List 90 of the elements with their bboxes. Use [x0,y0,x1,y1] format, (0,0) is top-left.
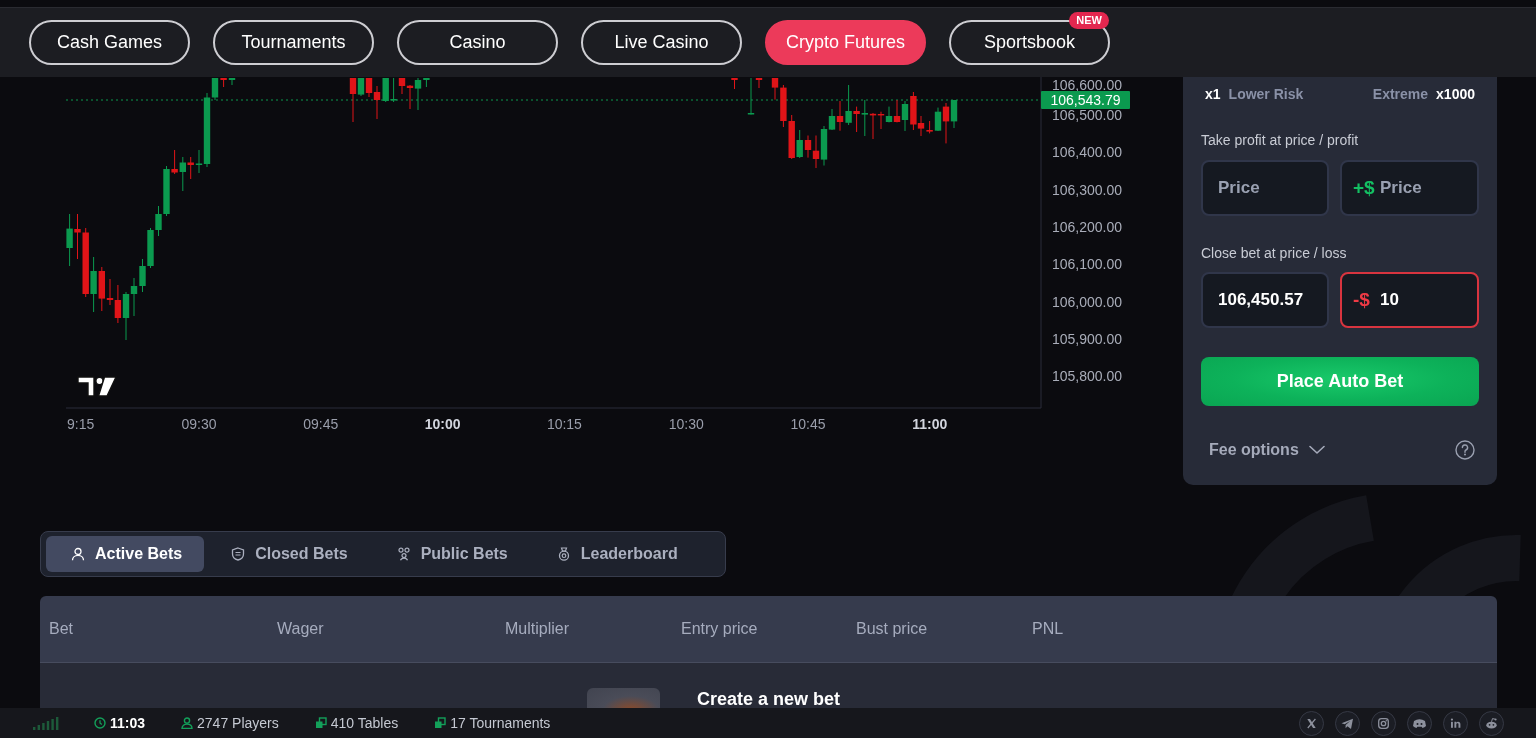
falling-candlestick [755,78,763,88]
leverage-min-value: x1 [1205,86,1221,102]
shield-icon [231,547,246,561]
nav-tab[interactable]: Live Casino [581,20,742,65]
falling-candlestick [731,78,738,89]
currency-prefix: -$ [1353,290,1370,310]
time-axis-label: 10:30 [668,416,704,432]
price-axis-label: 106,400.00 [1052,144,1123,161]
price-axis-label: 106,000.00 [1052,293,1123,310]
field-label: Take profit at price / profit [1201,131,1360,149]
bets-tab[interactable]: Public Bets [371,536,530,572]
column-header: Bust price [856,620,928,638]
time-axis-label: 09:30 [181,416,217,432]
bets-tab[interactable]: Closed Bets [206,536,370,572]
falling-candlestick [893,100,901,123]
time-axis-label: 10:00 [424,416,461,432]
rising-candlestick [747,78,755,115]
linkedin-icon[interactable] [1443,710,1468,736]
status-count: 2747 Players [197,715,279,731]
rising-candlestick [861,100,868,136]
falling-candlestick [349,78,357,122]
rising-candlestick [357,78,365,96]
paper-plane-icon[interactable] [1335,710,1360,736]
column-header: Multiplier [505,620,569,638]
leverage-max-label: Extreme [1372,86,1429,102]
falling-candlestick [220,78,227,87]
signal-icon [33,716,59,730]
bets-tab[interactable]: Active Bets [46,536,205,572]
current-price-tag: 106,543.79 [1041,91,1130,109]
falling-candlestick [187,157,194,179]
nav-tab[interactable]: Casino [397,20,558,65]
time-axis-label: 10:45 [790,416,826,432]
field-label: Close bet at price / loss [1201,244,1348,262]
column-header: Wager [277,620,324,638]
time-axis-label: 09:45 [303,416,339,432]
user-icon [71,547,85,561]
group-icon [396,547,411,561]
rising-candlestick [934,107,942,131]
rising-candlestick [228,78,236,85]
price-axis-label: 105,900.00 [1052,330,1123,347]
status-count: 410 Tables [330,715,399,731]
nav-tab[interactable]: Crypto Futures [765,20,926,65]
column-header: Entry price [681,620,758,638]
price-axis-label: 106,200.00 [1052,218,1123,235]
alien-icon[interactable] [1479,710,1504,736]
controller-icon[interactable] [1407,710,1432,736]
rising-candlestick [845,85,852,125]
falling-candlestick [836,101,844,131]
take-profit-price-field[interactable]: Price [1201,160,1329,216]
rising-candlestick [796,130,803,158]
clock-icon [94,717,106,729]
rising-candlestick [950,100,958,128]
fee-options-toggle[interactable]: Fee options [1209,441,1325,459]
time-axis-label: 10:15 [546,416,582,432]
time-axis-label: 9:15 [67,416,95,432]
rising-candlestick [885,106,893,123]
rising-candlestick [66,214,73,266]
column-header: Bet [49,620,73,638]
rising-candlestick [90,257,97,312]
falling-candlestick [853,106,860,132]
help-icon[interactable] [1455,440,1475,460]
status-time: 11:03 [110,715,146,731]
falling-candlestick [171,150,178,174]
column-header: PNL [1032,620,1064,638]
camera-icon[interactable] [1371,710,1396,736]
rising-candlestick [901,101,909,131]
falling-candlestick [942,103,950,144]
currency-prefix: +$ [1353,178,1375,198]
leverage-max-value: x1000 [1436,86,1475,102]
empty-state-message: Create a new bet [697,690,841,708]
stop-loss-price-field[interactable]: 106,450.57 [1201,272,1329,328]
nav-tab[interactable]: Cash Games [29,20,190,65]
squares-icon [434,717,447,729]
price-axis-label: 105,800.00 [1052,368,1123,385]
price-axis-label: 106,600.00 [1052,77,1123,93]
squares-icon [314,717,327,729]
bets-tab[interactable]: Leaderboard [531,536,700,572]
nav-tab[interactable]: Tournaments [213,20,374,65]
x-logo-icon[interactable] [1299,710,1324,736]
price-axis-label: 106,500.00 [1052,107,1123,123]
rising-candlestick [179,157,186,191]
new-badge: NEW [1069,12,1109,29]
medal-icon [556,547,571,561]
price-axis-label: 106,100.00 [1052,256,1123,273]
chart-logo-icon [77,376,118,397]
user-icon [181,717,194,729]
time-axis-label: 11:00 [912,416,948,432]
price-axis-label: 106,300.00 [1052,181,1123,198]
status-count: 17 Tournaments [450,715,551,731]
leverage-min-label: Lower Risk [1228,86,1304,102]
